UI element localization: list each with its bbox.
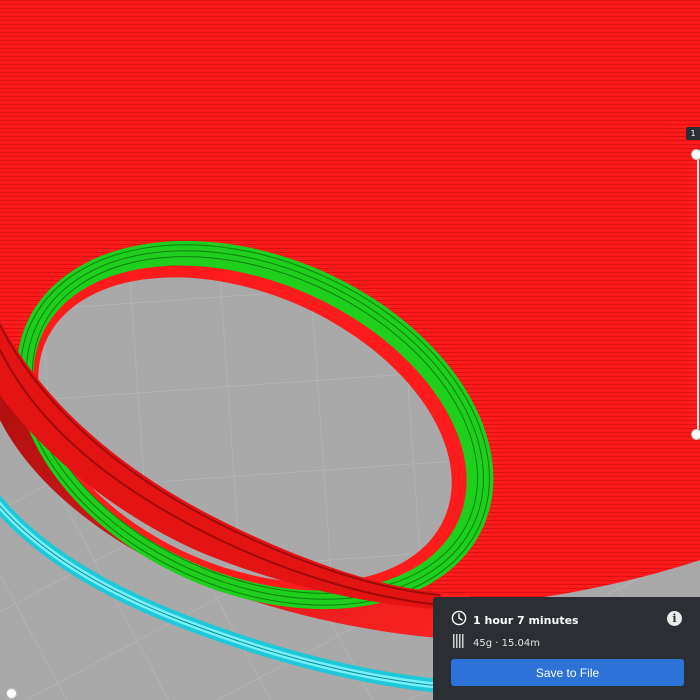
print-time-row: 1 hour 7 minutes xyxy=(451,610,579,630)
clock-icon xyxy=(451,610,467,630)
layer-slider-top-handle[interactable] xyxy=(691,149,700,160)
save-to-file-button[interactable]: Save to File xyxy=(451,659,684,686)
layer-slider-rail[interactable] xyxy=(697,155,699,435)
spool-icon xyxy=(452,633,466,653)
simulation-slider-handle[interactable] xyxy=(6,688,17,699)
layer-number-label: 1 xyxy=(686,127,700,140)
layer-slider[interactable]: 1 xyxy=(686,0,700,700)
material-usage-label: 45g · 15.04m xyxy=(473,637,540,649)
layer-slider-bottom-handle[interactable] xyxy=(691,429,700,440)
print-info-panel: 1 hour 7 minutes i 45g · 15.04m Save to … xyxy=(433,597,700,700)
print-time-label: 1 hour 7 minutes xyxy=(473,613,579,627)
material-row: 45g · 15.04m xyxy=(452,634,540,652)
info-icon[interactable]: i xyxy=(667,611,682,626)
layer-view-canvas[interactable] xyxy=(0,0,700,700)
